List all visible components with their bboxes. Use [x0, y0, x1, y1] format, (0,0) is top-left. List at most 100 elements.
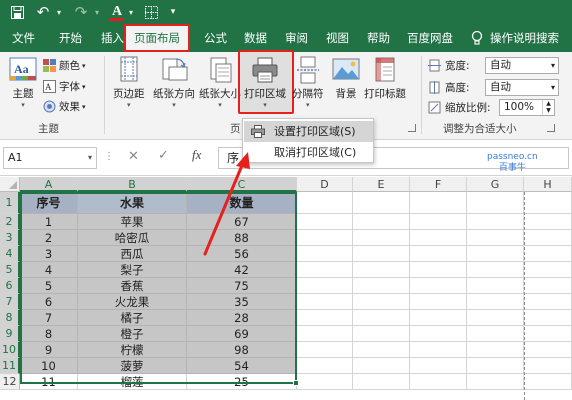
cell-d11[interactable] — [297, 358, 353, 374]
table-cell[interactable]: 橘子 — [78, 310, 187, 326]
cell-g7[interactable] — [467, 294, 524, 310]
row-header-8[interactable]: 8 — [0, 310, 20, 326]
cell-e2[interactable] — [353, 214, 410, 230]
redo-icon[interactable]: ↷ — [72, 3, 90, 21]
cell-g6[interactable] — [467, 278, 524, 294]
tab-formulas[interactable]: 公式 — [204, 24, 227, 52]
column-header-b[interactable]: B — [78, 177, 187, 192]
cell-g12[interactable] — [467, 374, 524, 390]
cell-e9[interactable] — [353, 326, 410, 342]
table-cell[interactable]: 苹果 — [78, 214, 187, 230]
cell-e3[interactable] — [353, 230, 410, 246]
table-cell[interactable]: 1 — [20, 214, 78, 230]
cell-g9[interactable] — [467, 326, 524, 342]
fonts-button[interactable]: A 字体 ▾ — [43, 79, 86, 94]
scale-spinner[interactable]: 100% ▲ ▼ — [499, 99, 555, 116]
set-print-area-item[interactable]: 设置打印区域(S) — [244, 121, 373, 142]
cell-h5[interactable] — [524, 262, 572, 278]
cell-e10[interactable] — [353, 342, 410, 358]
row-header-12[interactable]: 12 — [0, 374, 20, 390]
tab-help[interactable]: 帮助 — [367, 24, 390, 52]
cell-d7[interactable] — [297, 294, 353, 310]
table-cell[interactable]: 榴莲 — [78, 374, 187, 390]
font-color-dropdown-icon[interactable]: ▾ — [126, 3, 136, 21]
row-header-6[interactable]: 6 — [0, 278, 20, 294]
table-cell[interactable]: 2 — [20, 230, 78, 246]
table-cell[interactable]: 25 — [187, 374, 297, 390]
redo-dropdown-icon[interactable]: ▾ — [92, 3, 102, 21]
name-box[interactable]: A1 ▾ — [3, 147, 97, 169]
cell-h6[interactable] — [524, 278, 572, 294]
cell-h1[interactable] — [524, 192, 572, 214]
cell-f2[interactable] — [410, 214, 467, 230]
cell-e5[interactable] — [353, 262, 410, 278]
scale-launcher-icon[interactable] — [547, 124, 555, 132]
orientation-button[interactable]: 纸张方向 ▾ — [153, 56, 195, 109]
table-cell[interactable]: 88 — [187, 230, 297, 246]
cell-h12[interactable] — [524, 374, 572, 390]
cell-f4[interactable] — [410, 246, 467, 262]
table-cell[interactable]: 9 — [20, 342, 78, 358]
background-button[interactable]: 背景 — [331, 56, 361, 101]
save-icon[interactable] — [8, 3, 26, 21]
table-cell[interactable]: 5 — [20, 278, 78, 294]
cell-d4[interactable] — [297, 246, 353, 262]
cell-e11[interactable] — [353, 358, 410, 374]
breaks-button[interactable]: 分隔符 ▾ — [292, 56, 324, 109]
cell-f3[interactable] — [410, 230, 467, 246]
fill-handle[interactable] — [293, 380, 299, 386]
cell-h8[interactable] — [524, 310, 572, 326]
table-cell[interactable]: 67 — [187, 214, 297, 230]
table-cell[interactable]: 西瓜 — [78, 246, 187, 262]
insert-function-button[interactable]: fx — [192, 147, 201, 163]
column-header-c[interactable]: C — [187, 177, 297, 192]
cell-g4[interactable] — [467, 246, 524, 262]
table-cell[interactable]: 哈密瓜 — [78, 230, 187, 246]
cell-e8[interactable] — [353, 310, 410, 326]
size-button[interactable]: 纸张大小 ▾ — [199, 56, 241, 109]
cell-h2[interactable] — [524, 214, 572, 230]
margins-button[interactable]: 页边距 ▾ — [113, 56, 145, 109]
table-cell[interactable]: 28 — [187, 310, 297, 326]
tell-me-search[interactable]: 操作说明搜索 — [490, 24, 559, 52]
cell-f6[interactable] — [410, 278, 467, 294]
table-cell[interactable]: 7 — [20, 310, 78, 326]
cell-d5[interactable] — [297, 262, 353, 278]
table-cell[interactable]: 54 — [187, 358, 297, 374]
table-cell[interactable]: 69 — [187, 326, 297, 342]
undo-dropdown-icon[interactable]: ▾ — [54, 3, 64, 21]
cell-g1[interactable] — [467, 192, 524, 214]
cell-h7[interactable] — [524, 294, 572, 310]
table-cell[interactable]: 35 — [187, 294, 297, 310]
column-header-d[interactable]: D — [297, 177, 353, 192]
cell-f12[interactable] — [410, 374, 467, 390]
cell-f8[interactable] — [410, 310, 467, 326]
column-header-a[interactable]: A — [20, 177, 78, 192]
print-titles-button[interactable]: 打印标题 — [364, 56, 406, 101]
cell-g10[interactable] — [467, 342, 524, 358]
cell-h3[interactable] — [524, 230, 572, 246]
enter-check-icon[interactable]: ✓ — [158, 148, 169, 163]
colors-button[interactable]: 颜色 ▾ — [43, 58, 86, 73]
column-header-f[interactable]: F — [410, 177, 467, 192]
tab-home[interactable]: 开始 — [59, 24, 82, 52]
height-select[interactable]: 自动 ▾ — [485, 79, 559, 96]
cell-g5[interactable] — [467, 262, 524, 278]
column-header-h[interactable]: H — [524, 177, 572, 192]
tab-insert[interactable]: 插入 — [101, 24, 124, 52]
cell-d12[interactable] — [297, 374, 353, 390]
tab-file[interactable]: 文件 — [12, 24, 35, 52]
row-header-9[interactable]: 9 — [0, 326, 20, 342]
cancel-icon[interactable]: ✕ — [128, 149, 139, 164]
cell-f5[interactable] — [410, 262, 467, 278]
column-header-g[interactable]: G — [467, 177, 524, 192]
table-cell[interactable]: 4 — [20, 262, 78, 278]
row-header-5[interactable]: 5 — [0, 262, 20, 278]
cell-h11[interactable] — [524, 358, 572, 374]
cell-f10[interactable] — [410, 342, 467, 358]
cell-d6[interactable] — [297, 278, 353, 294]
cell-e12[interactable] — [353, 374, 410, 390]
cell-d8[interactable] — [297, 310, 353, 326]
row-header-7[interactable]: 7 — [0, 294, 20, 310]
cell-d1[interactable] — [297, 192, 353, 214]
